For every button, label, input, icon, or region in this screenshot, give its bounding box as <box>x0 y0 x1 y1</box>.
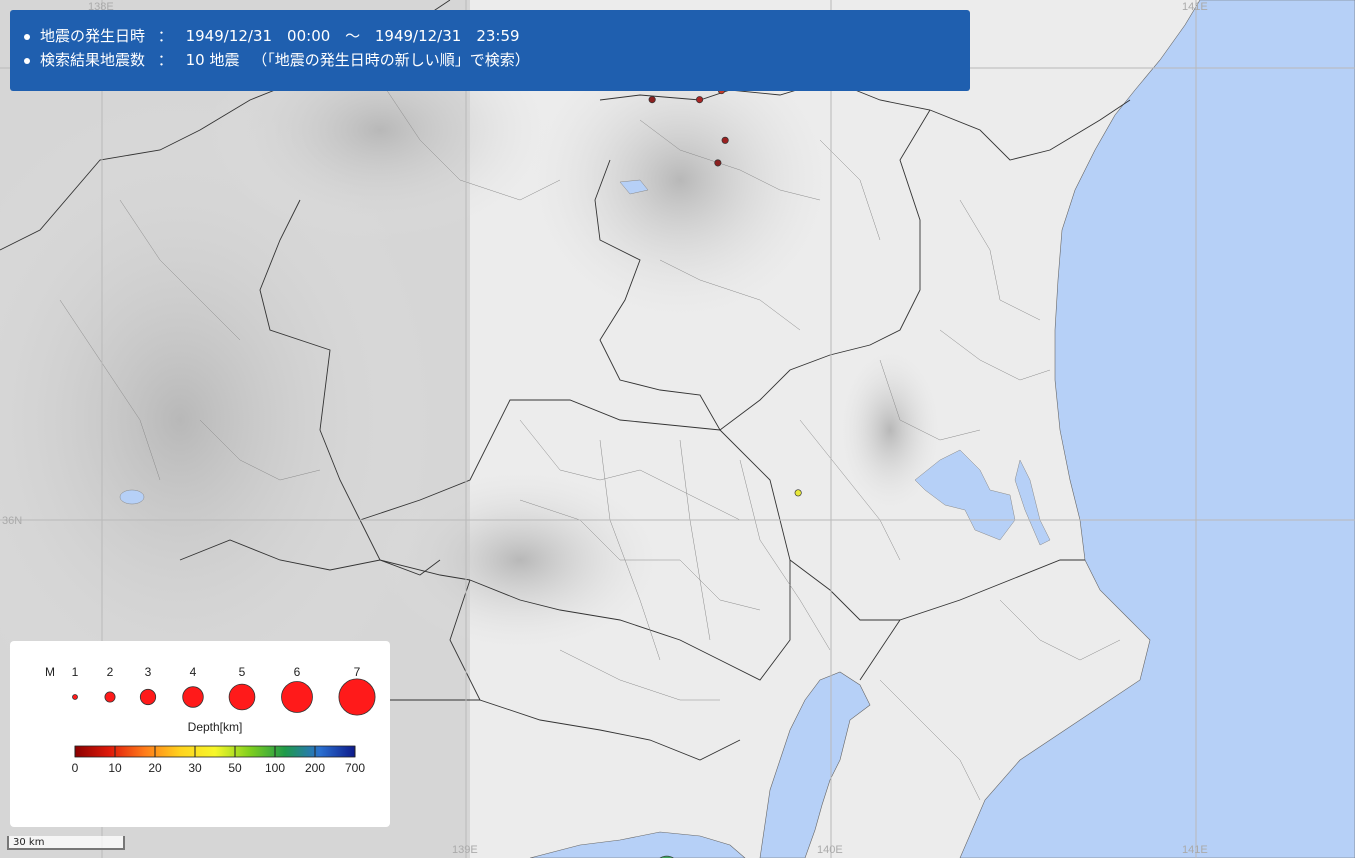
date-from: 1949/12/31 00:00 <box>185 27 331 45</box>
magnitude-value: 4 <box>190 665 197 679</box>
depth-tick-label: 200 <box>305 761 325 775</box>
lon-label-141: 141E <box>1182 844 1208 856</box>
magnitude-value: 5 <box>239 665 246 679</box>
magnitude-value: 2 <box>107 665 114 679</box>
date-tilde: ～ <box>345 27 361 45</box>
lat-label-36: 36N <box>2 515 22 527</box>
depth-tick-label: 10 <box>108 761 122 775</box>
date-range-row: 地震の発生日時 ： 1949/12/31 00:00 ～ 1949/12/31 … <box>24 24 952 48</box>
count-note: （「地震の発生日時の新しい順」で検索） <box>252 51 530 69</box>
magnitude-symbol <box>228 683 256 711</box>
magnitude-symbol <box>182 686 204 708</box>
depth-color-bar <box>74 745 356 758</box>
magnitude-value: 3 <box>145 665 152 679</box>
magnitude-symbol <box>281 681 313 713</box>
search-info-panel: 地震の発生日時 ： 1949/12/31 00:00 ～ 1949/12/31 … <box>10 10 970 91</box>
magnitude-symbol <box>139 688 157 706</box>
lon-label-141-top: 141E <box>1182 1 1208 13</box>
magnitude-symbol <box>72 694 78 700</box>
depth-tick-label: 700 <box>345 761 365 775</box>
legend-panel: M 1 2 3 4 5 6 7 Depth[km] 0 10 20 30 50 100 200 700 <box>10 641 390 827</box>
earthquake-marker[interactable] <box>648 96 656 104</box>
date-label: 地震の発生日時 <box>40 27 146 45</box>
magnitude-value: 6 <box>294 665 301 679</box>
date-to: 1949/12/31 23:59 <box>374 27 520 45</box>
lon-label-140: 140E <box>817 844 843 856</box>
depth-tick-label: 0 <box>72 761 79 775</box>
scale-bar: 30 km <box>7 836 125 850</box>
magnitude-symbol <box>104 691 116 703</box>
scale-label: 30 km <box>13 837 45 848</box>
magnitude-symbol <box>338 678 376 716</box>
count-value: 10 地震 <box>185 51 240 69</box>
magnitude-value: 1 <box>72 665 79 679</box>
earthquake-marker[interactable] <box>794 489 802 497</box>
earthquake-marker[interactable] <box>714 159 722 167</box>
magnitude-value: 7 <box>354 665 361 679</box>
earthquake-marker[interactable] <box>721 136 729 144</box>
lon-label-139: 139E <box>452 844 478 856</box>
depth-title: Depth[km] <box>188 720 243 734</box>
result-count-row: 検索結果地震数 ： 10 地震 （「地震の発生日時の新しい順」で検索） <box>24 48 952 72</box>
earthquake-marker[interactable] <box>696 96 704 104</box>
date-colon: ： <box>157 27 173 45</box>
count-colon: ： <box>157 51 173 69</box>
magnitude-label: M <box>45 665 55 679</box>
count-label: 検索結果地震数 <box>40 51 146 69</box>
depth-tick-label: 30 <box>188 761 202 775</box>
depth-tick-label: 20 <box>148 761 162 775</box>
depth-tick-label: 100 <box>265 761 285 775</box>
depth-tick-label: 50 <box>228 761 242 775</box>
